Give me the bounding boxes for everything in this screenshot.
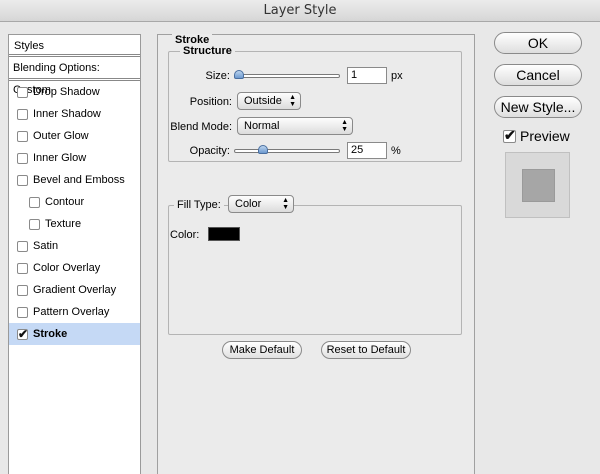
checkbox-icon[interactable]: [17, 262, 28, 274]
style-item-label: Satin: [33, 240, 59, 252]
styles-list: Styles Blending Options: Custom Drop Sha…: [8, 34, 141, 474]
checkbox-icon[interactable]: [17, 174, 28, 186]
style-item-satin[interactable]: Satin: [9, 235, 140, 257]
styles-header[interactable]: Styles: [9, 35, 140, 57]
style-item-label: Gradient Overlay: [33, 284, 117, 296]
style-item-label: Bevel and Emboss: [33, 174, 125, 186]
title-bar: Layer Style: [0, 0, 600, 22]
blend-mode-select[interactable]: Normal ▲ ▼: [237, 117, 353, 135]
checked-checkbox-icon[interactable]: [17, 327, 28, 341]
checkbox-icon[interactable]: [29, 196, 40, 208]
style-item-inner-glow[interactable]: Inner Glow: [9, 147, 140, 169]
style-item-label: Inner Shadow: [33, 108, 101, 120]
position-select[interactable]: Outside ▲ ▼: [237, 92, 301, 110]
style-item-label: Drop Shadow: [33, 86, 100, 98]
size-slider-track[interactable]: [234, 74, 340, 78]
size-label: Size:: [205, 70, 230, 82]
opacity-label: Opacity:: [189, 145, 230, 157]
position-label: Position:: [189, 96, 232, 108]
fill-type-group: [168, 205, 462, 335]
checkbox-icon[interactable]: [17, 108, 28, 120]
size-slider-thumb[interactable]: [234, 70, 244, 79]
structure-title: Structure: [180, 45, 235, 57]
cancel-button[interactable]: Cancel: [494, 64, 582, 86]
style-item-label: Stroke: [33, 328, 68, 340]
color-label: Color:: [170, 229, 200, 241]
up-down-arrows-icon: ▲ ▼: [289, 94, 296, 108]
opacity-unit: %: [391, 145, 401, 157]
style-item-gradient-overlay[interactable]: Gradient Overlay: [9, 279, 140, 301]
style-item-label: Inner Glow: [33, 152, 87, 164]
checkbox-icon[interactable]: [17, 306, 28, 318]
opacity-slider-track[interactable]: [234, 149, 340, 153]
style-item-color-overlay[interactable]: Color Overlay: [9, 257, 140, 279]
blending-options-item[interactable]: Blending Options: Custom: [9, 57, 140, 96]
fill-type-value: Color: [235, 198, 262, 210]
reset-to-default-button[interactable]: Reset to Default: [321, 341, 411, 359]
style-item-bevel-and-emboss[interactable]: Bevel and Emboss: [9, 169, 140, 191]
fill-type-label: Fill Type:: [174, 199, 224, 211]
blend-mode-value: Normal: [244, 120, 280, 132]
dialog-body: Styles Blending Options: Custom Drop Sha…: [0, 22, 600, 474]
preview-thumbnail: [505, 152, 570, 218]
ok-button[interactable]: OK: [494, 32, 582, 54]
style-item-label: Texture: [45, 218, 82, 230]
preview-swatch: [522, 169, 555, 202]
style-item-label: Contour: [45, 196, 85, 208]
style-item-pattern-overlay[interactable]: Pattern Overlay: [9, 301, 140, 323]
window-title: Layer Style: [263, 3, 337, 18]
checkbox-icon[interactable]: [17, 130, 28, 142]
preview-toggle[interactable]: Preview: [503, 127, 570, 144]
opacity-input[interactable]: 25: [347, 142, 387, 159]
style-items: Drop Shadow Inner Shadow Outer Glow Inner G…: [9, 81, 140, 345]
style-item-texture[interactable]: Texture: [9, 213, 140, 235]
style-item-inner-shadow[interactable]: Inner Shadow: [9, 103, 140, 125]
size-input[interactable]: 1: [347, 67, 387, 84]
stroke-panel: Stroke Structure Size: 1 px Position: Ou…: [157, 34, 475, 474]
checkbox-icon[interactable]: [17, 240, 28, 252]
preview-label: Preview: [520, 128, 570, 144]
style-item-contour[interactable]: Contour: [9, 191, 140, 213]
checkbox-icon[interactable]: [17, 152, 28, 164]
new-style-button[interactable]: New Style...: [494, 96, 582, 118]
size-unit: px: [391, 70, 403, 82]
stroke-color-swatch[interactable]: [208, 227, 240, 241]
style-item-outer-glow[interactable]: Outer Glow: [9, 125, 140, 147]
make-default-button[interactable]: Make Default: [222, 341, 302, 359]
up-down-arrows-icon: ▲ ▼: [282, 197, 289, 211]
fill-type-select[interactable]: Color ▲ ▼: [228, 195, 294, 213]
blend-mode-label: Blend Mode:: [170, 121, 232, 133]
position-value: Outside: [244, 95, 282, 107]
preview-checkbox[interactable]: [503, 127, 516, 144]
style-item-label: Outer Glow: [33, 130, 89, 142]
style-item-stroke[interactable]: Stroke: [9, 323, 140, 345]
opacity-slider-thumb[interactable]: [258, 145, 268, 154]
style-item-label: Pattern Overlay: [33, 306, 110, 318]
up-down-arrows-icon: ▲ ▼: [341, 119, 348, 133]
checkbox-icon[interactable]: [17, 86, 28, 98]
checkbox-icon[interactable]: [17, 284, 28, 296]
style-item-label: Color Overlay: [33, 262, 101, 274]
checkbox-icon[interactable]: [29, 218, 40, 230]
